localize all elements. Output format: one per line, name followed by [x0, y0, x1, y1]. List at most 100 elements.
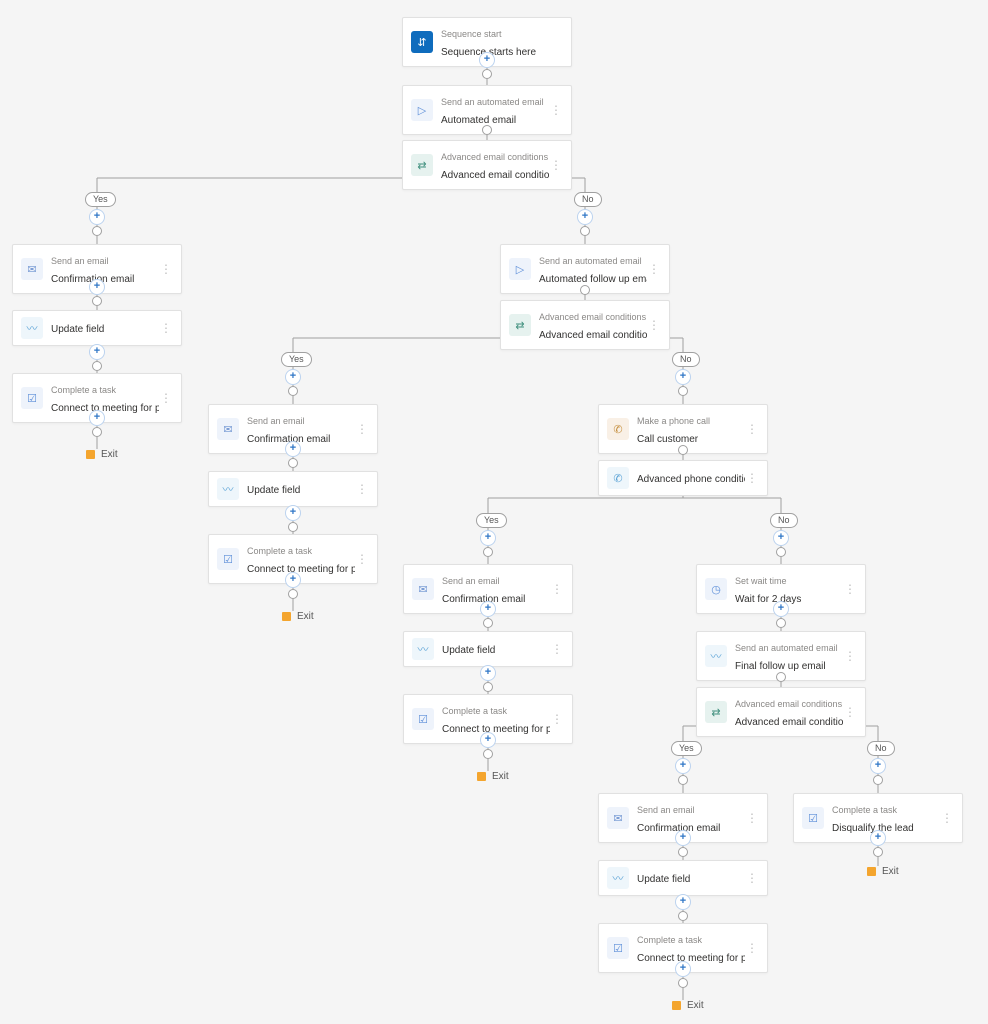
add-step-button[interactable]: + [89, 410, 105, 426]
connector-dot [92, 226, 102, 236]
connector-dot [482, 69, 492, 79]
step-title-label: Advanced email conditions [441, 170, 549, 181]
step-title-label: Connect to meeting for product demo r... [51, 403, 159, 414]
conditions-icon: ⇄ [411, 154, 433, 176]
add-step-button[interactable]: + [675, 758, 691, 774]
add-step-button[interactable]: + [870, 830, 886, 846]
add-step-button[interactable]: + [577, 209, 593, 225]
update-field-icon: 〰 [217, 478, 239, 500]
connector-dot [92, 361, 102, 371]
step-menu-button[interactable]: ⋮ [745, 423, 759, 435]
add-step-button[interactable]: + [675, 369, 691, 385]
step-email-conditions[interactable]: ⇄ Advanced email conditions Advanced ema… [500, 300, 670, 350]
step-menu-button[interactable]: ⋮ [159, 322, 173, 334]
conditions-icon: ⇄ [705, 701, 727, 723]
step-type-label: Send an automated email [441, 97, 544, 107]
add-step-button[interactable]: + [285, 505, 301, 521]
add-step-button[interactable]: + [89, 279, 105, 295]
step-type-label: Advanced email conditions [441, 152, 548, 162]
add-step-button[interactable]: + [285, 572, 301, 588]
step-type-label: Send an email [247, 416, 305, 426]
branch-no-pill[interactable]: No [867, 741, 895, 756]
step-menu-button[interactable]: ⋮ [647, 319, 661, 331]
step-title-label: Automated email [441, 115, 516, 126]
step-type-label: Send an email [442, 576, 500, 586]
connector-dot [678, 847, 688, 857]
step-title-label: Advanced email conditions [539, 330, 647, 341]
connector-dot [678, 911, 688, 921]
exit-label: Exit [297, 611, 314, 622]
step-title-label: Update field [247, 485, 300, 496]
add-step-button[interactable]: + [675, 961, 691, 977]
step-menu-button[interactable]: ⋮ [745, 812, 759, 824]
step-menu-button[interactable]: ⋮ [843, 706, 857, 718]
task-icon: ☑ [21, 387, 43, 409]
step-update-field[interactable]: 〰 Update field ⋮ [12, 310, 182, 346]
branch-no-pill[interactable]: No [574, 192, 602, 207]
add-step-button[interactable]: + [479, 52, 495, 68]
step-title-label: Connect to meeting for product demo r... [637, 953, 745, 964]
step-menu-button[interactable]: ⋮ [550, 583, 564, 595]
add-step-button[interactable]: + [773, 530, 789, 546]
connector-dot [92, 296, 102, 306]
step-menu-button[interactable]: ⋮ [355, 423, 369, 435]
add-step-button[interactable]: + [285, 369, 301, 385]
step-update-field[interactable]: 〰 Update field ⋮ [403, 631, 573, 667]
step-menu-button[interactable]: ⋮ [745, 872, 759, 884]
add-step-button[interactable]: + [675, 830, 691, 846]
sequence-exit: Exit [86, 449, 118, 460]
automated-email-icon: ▷ [509, 258, 531, 280]
step-phone-condition[interactable]: ✆ Advanced phone condition ⋮ [598, 460, 768, 496]
step-title-label: Advanced phone condition [637, 474, 745, 485]
step-menu-button[interactable]: ⋮ [159, 263, 173, 275]
connector-dot [776, 547, 786, 557]
add-step-button[interactable]: + [480, 530, 496, 546]
connector-dot [776, 672, 786, 682]
connector-dot [776, 618, 786, 628]
step-menu-button[interactable]: ⋮ [550, 643, 564, 655]
step-email-conditions[interactable]: ⇄ Advanced email conditions Advanced ema… [402, 140, 572, 190]
connector-dot [678, 775, 688, 785]
step-email-conditions[interactable]: ⇄ Advanced email conditions Advanced ema… [696, 687, 866, 737]
step-menu-button[interactable]: ⋮ [549, 104, 563, 116]
step-menu-button[interactable]: ⋮ [843, 650, 857, 662]
branch-yes-pill[interactable]: Yes [281, 352, 312, 367]
sequence-designer-canvas[interactable]: ⇵ Sequence start Sequence starts here + … [0, 0, 988, 1024]
step-menu-button[interactable]: ⋮ [550, 713, 564, 725]
step-menu-button[interactable]: ⋮ [159, 392, 173, 404]
step-type-label: Complete a task [51, 385, 116, 395]
add-step-button[interactable]: + [480, 601, 496, 617]
connector-dot [873, 847, 883, 857]
add-step-button[interactable]: + [773, 601, 789, 617]
add-step-button[interactable]: + [285, 441, 301, 457]
add-step-button[interactable]: + [870, 758, 886, 774]
step-menu-button[interactable]: ⋮ [745, 942, 759, 954]
step-type-label: Complete a task [832, 805, 897, 815]
step-menu-button[interactable]: ⋮ [647, 263, 661, 275]
step-menu-button[interactable]: ⋮ [843, 583, 857, 595]
add-step-button[interactable]: + [89, 344, 105, 360]
add-step-button[interactable]: + [480, 665, 496, 681]
step-menu-button[interactable]: ⋮ [355, 553, 369, 565]
step-menu-button[interactable]: ⋮ [745, 472, 759, 484]
add-step-button[interactable]: + [480, 732, 496, 748]
step-type-label: Send an email [637, 805, 695, 815]
mail-icon: ✉ [217, 418, 239, 440]
add-step-button[interactable]: + [675, 894, 691, 910]
step-menu-button[interactable]: ⋮ [549, 159, 563, 171]
branch-no-pill[interactable]: No [672, 352, 700, 367]
branch-yes-pill[interactable]: Yes [476, 513, 507, 528]
connector-dot [483, 749, 493, 759]
branch-yes-pill[interactable]: Yes [85, 192, 116, 207]
sequence-exit: Exit [867, 866, 899, 877]
branch-no-pill[interactable]: No [770, 513, 798, 528]
connector-dot [288, 458, 298, 468]
step-update-field[interactable]: 〰 Update field ⋮ [208, 471, 378, 507]
step-menu-button[interactable]: ⋮ [355, 483, 369, 495]
add-step-button[interactable]: + [89, 209, 105, 225]
sequence-exit: Exit [477, 771, 509, 782]
step-update-field[interactable]: 〰 Update field ⋮ [598, 860, 768, 896]
step-menu-button[interactable]: ⋮ [940, 812, 954, 824]
exit-label: Exit [882, 866, 899, 877]
branch-yes-pill[interactable]: Yes [671, 741, 702, 756]
